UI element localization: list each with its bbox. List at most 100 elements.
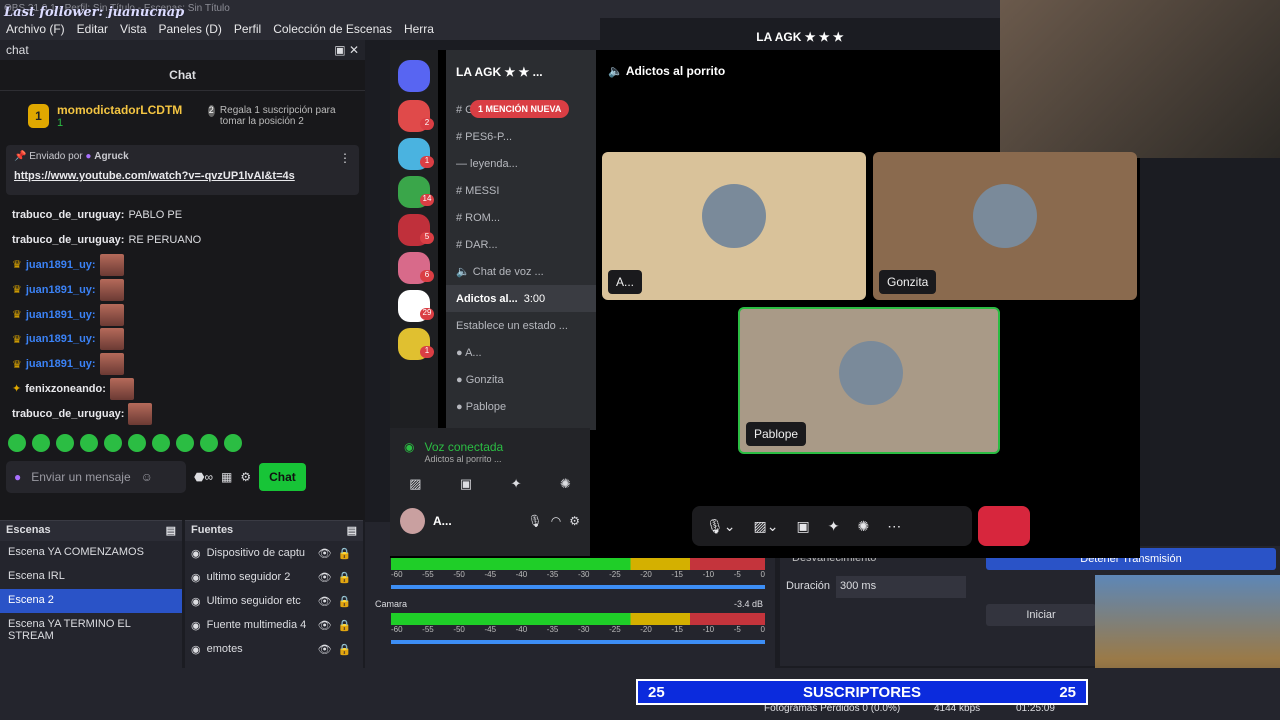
chat-username[interactable]: juan1891_uy: <box>26 358 96 370</box>
menu-item[interactable]: Paneles (D) <box>159 22 222 36</box>
eye-icon[interactable]: 👁 <box>318 547 332 560</box>
meter-tick: -15 <box>671 625 683 634</box>
chat-username[interactable]: fenixzoneando: <box>25 383 106 395</box>
emoji-icon[interactable]: ☺ <box>141 470 153 484</box>
close-icon[interactable]: ▣ ✕ <box>334 43 359 57</box>
sources-panel: Fuentes ▤ ◉ Dispositivo de captu 👁 🔒 ◉ ultimo … <box>185 520 363 668</box>
server-badge: 14 <box>420 194 434 206</box>
chat-send-button[interactable]: Chat <box>259 463 306 492</box>
hangup-button[interactable] <box>978 506 1030 546</box>
pinned-link[interactable]: https://www.youtube.com/watch?v=-qvzUP1l… <box>14 170 295 182</box>
lock-icon[interactable]: 🔒 <box>338 571 352 584</box>
source-item[interactable]: ◉ Dispositivo de captu 👁 🔒 <box>185 541 363 565</box>
menu-item[interactable]: Colección de Escenas <box>273 22 392 36</box>
menu-item[interactable]: Archivo (F) <box>6 22 65 36</box>
chat-username[interactable]: juan1891_uy: <box>26 259 96 271</box>
avatar[interactable] <box>400 508 425 534</box>
scene-item[interactable]: Escena YA COMENZAMOS <box>0 541 182 565</box>
gear-icon[interactable]: ⚙ <box>569 514 580 528</box>
menu-item[interactable]: Herra <box>404 22 434 36</box>
soundboard-icon[interactable]: ✺ <box>560 476 571 492</box>
screenshare-icon[interactable]: ▣ <box>460 476 472 492</box>
chat-username[interactable]: trabuco_de_uruguay: <box>12 234 124 246</box>
lock-icon[interactable]: 🔒 <box>338 595 352 608</box>
gear-icon[interactable]: ⚙ <box>240 470 251 484</box>
source-item[interactable]: ◉ Fuente multimedia 4 👁 🔒 <box>185 613 363 637</box>
mic-icon[interactable]: 🎙⌄ <box>706 518 736 535</box>
video-tile[interactable]: A... <box>602 152 866 300</box>
channel-item[interactable]: # MESSI <box>446 177 596 204</box>
channel-item[interactable]: # PES6-P... <box>446 123 596 150</box>
store-icon[interactable]: ▦ <box>221 470 232 484</box>
source-item[interactable]: ◉ Ultimo seguidor etc 👁 🔒 <box>185 589 363 613</box>
scene-item[interactable]: Escena YA TERMINO EL STREAM <box>0 613 182 642</box>
menu-item[interactable]: Vista <box>120 22 146 36</box>
activities-icon[interactable]: ✦ <box>828 518 840 535</box>
emote-icon[interactable] <box>224 434 242 453</box>
volume-slider[interactable] <box>391 640 765 644</box>
scenes-panel: Escenas ▤ Escena YA COMENZAMOS Escena IRL E… <box>0 520 182 668</box>
duration-input[interactable]: 300 ms <box>836 576 966 598</box>
voice-member[interactable]: ● A... <box>446 339 596 366</box>
voice-member[interactable]: ● Gonzita <box>446 366 596 393</box>
dock-icon[interactable]: ▤ <box>347 524 357 538</box>
scene-item[interactable]: Escena IRL <box>0 565 182 589</box>
activities-icon[interactable]: ✦ <box>511 476 522 492</box>
chat-message: trabuco_de_uruguay: PABLO PE <box>12 203 353 228</box>
dock-icon[interactable]: ▤ <box>166 524 176 538</box>
voice-member[interactable]: ● Pablope <box>446 393 596 420</box>
emote-icon[interactable] <box>104 434 122 453</box>
chat-username[interactable]: juan1891_uy: <box>26 284 96 296</box>
screenshare-icon[interactable]: ▣ <box>796 518 809 535</box>
source-item[interactable]: ◉ ultimo seguidor 2 👁 🔒 <box>185 565 363 589</box>
sparkle-icon: ✦ <box>12 383 22 396</box>
video-tile[interactable]: Gonzita <box>873 152 1137 300</box>
lock-icon[interactable]: 🔒 <box>338 643 352 656</box>
points-icon[interactable]: ⬣∞ <box>194 470 213 484</box>
eye-icon[interactable]: 👁 <box>318 643 332 656</box>
emote-icon[interactable] <box>200 434 218 453</box>
chat-username[interactable]: juan1891_uy: <box>26 333 96 345</box>
channel-item[interactable]: # ROM... <box>446 204 596 231</box>
emote-icon[interactable] <box>128 434 146 453</box>
emote-icon[interactable] <box>176 434 194 453</box>
meter-tick: -55 <box>422 625 434 634</box>
chat-username[interactable]: trabuco_de_uruguay: <box>12 209 124 221</box>
mic-icon[interactable]: 🎙 <box>528 514 543 528</box>
meter-tick: -30 <box>577 570 590 579</box>
start-button[interactable]: Iniciar <box>986 604 1096 626</box>
soundboard-icon[interactable]: ✺ <box>857 518 869 535</box>
emote-icon[interactable] <box>80 434 98 453</box>
eye-icon[interactable]: 👁 <box>318 619 332 632</box>
crown-icon: ♛ <box>12 309 22 322</box>
emote-icon[interactable] <box>56 434 74 453</box>
lock-icon[interactable]: 🔒 <box>338 619 352 632</box>
source-item[interactable]: ◉ emotes 👁 🔒 <box>185 637 363 661</box>
mention-badge[interactable]: 1 MENCIÓN NUEVA <box>470 100 570 118</box>
server-header[interactable]: LA AGK ★ ★ ... <box>446 50 596 94</box>
eye-icon[interactable]: 👁 <box>318 595 332 608</box>
chat-username[interactable]: trabuco_de_uruguay: <box>12 408 124 420</box>
menu-item[interactable]: Editar <box>77 22 108 36</box>
more-icon[interactable]: ⋯ <box>887 518 901 535</box>
active-voice-channel[interactable]: Adictos al... 3:00 <box>446 285 596 312</box>
emote-icon[interactable] <box>32 434 50 453</box>
video-tile[interactable]: Pablope <box>738 307 1000 454</box>
scene-item[interactable]: Escena 2 <box>0 589 182 613</box>
voice-category[interactable]: 🔈 Chat de voz ... <box>446 258 596 285</box>
headphones-icon[interactable]: ◠ <box>551 514 561 528</box>
chat-username[interactable]: juan1891_uy: <box>26 309 96 321</box>
camera-off-icon[interactable]: ▨⌄ <box>754 518 779 535</box>
eye-icon[interactable]: 👁 <box>318 571 332 584</box>
menu-item[interactable]: Perfil <box>234 22 261 36</box>
category-header[interactable]: — leyenda... <box>446 150 596 177</box>
chat-input[interactable]: ● Enviar un mensaje ☺ <box>6 461 186 494</box>
more-icon[interactable]: ⋮ <box>339 151 351 165</box>
channel-item[interactable]: # DAR... <box>446 231 596 258</box>
crown-icon: ♛ <box>12 259 22 272</box>
emote-icon[interactable] <box>152 434 170 453</box>
camera-off-icon[interactable]: ▨ <box>409 476 421 492</box>
server-icon[interactable] <box>398 60 430 92</box>
lock-icon[interactable]: 🔒 <box>338 547 352 560</box>
emote-icon[interactable] <box>8 434 26 453</box>
